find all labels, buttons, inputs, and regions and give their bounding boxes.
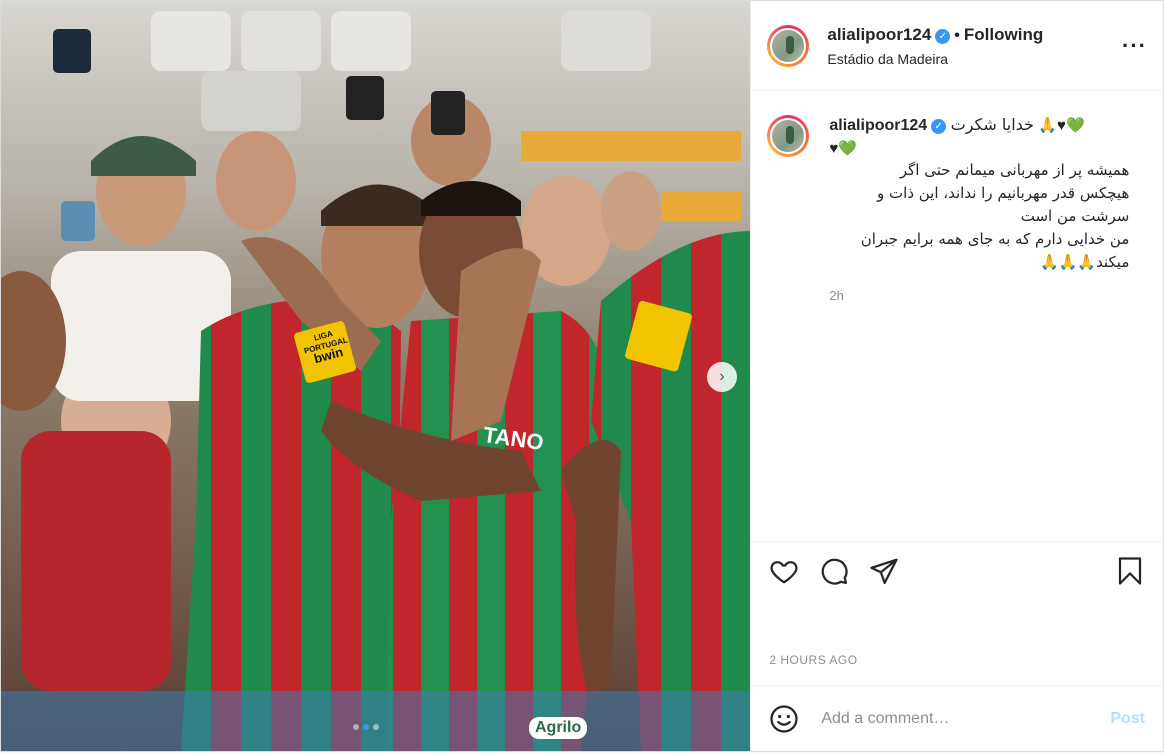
caption-emoji: 🙏♥💚 — [1038, 117, 1085, 134]
caption-body: همیشه پر از مهربانی میمانم حتی اگر هیچکس… — [829, 159, 1130, 274]
caption-line: همیشه پر از مهربانی میمانم حتی اگر — [899, 161, 1130, 179]
emoji-icon — [770, 704, 798, 733]
post-header: alialipoor124 ✓ • Following Estádio da Made… — [751, 1, 1163, 91]
heart-icon — [770, 560, 798, 583]
caption-time[interactable]: 2h — [829, 288, 1147, 303]
comment-form: Post — [751, 685, 1163, 751]
share-icon — [870, 558, 898, 584]
comment-button[interactable] — [819, 556, 849, 586]
football-celebration-photo — [1, 1, 751, 751]
bookmark-icon — [1118, 556, 1142, 585]
caption-line: سرشت من است — [1020, 207, 1130, 225]
caption-avatar[interactable] — [767, 115, 810, 157]
emoji-button[interactable] — [769, 704, 799, 734]
caption-line: من خدایی دارم که به جای همه برایم جبران — [860, 230, 1130, 248]
following-button[interactable]: Following — [964, 25, 1043, 44]
caption: alialipoor124 ✓ خدایا شکرت 🙏♥💚 ♥💚 همیشه پ… — [751, 91, 1163, 303]
more-options-icon[interactable]: ··· — [1122, 33, 1147, 59]
post-comment-button[interactable]: Post — [1110, 710, 1145, 728]
verified-badge-icon: ✓ — [931, 119, 947, 134]
comment-input[interactable] — [819, 708, 1111, 729]
like-button[interactable] — [769, 556, 799, 586]
chevron-right-icon: › — [719, 368, 725, 385]
action-bar — [751, 541, 1163, 599]
caption-line: هیچکس قدر مهربانیم را نداند، این ذات و — [877, 184, 1130, 202]
caption-line: میکند🙏🙏🙏 — [1040, 253, 1130, 271]
carousel-dot-active — [363, 724, 369, 730]
location-link[interactable]: Estádio da Madeira — [827, 51, 1122, 67]
avatar[interactable] — [767, 24, 810, 67]
comment-icon — [822, 558, 848, 585]
share-button[interactable] — [869, 556, 899, 586]
caption-username-link[interactable]: alialipoor124 — [829, 117, 927, 134]
carousel-dot — [353, 724, 359, 730]
shorts-text: Agrilo — [529, 717, 588, 739]
post-photo[interactable]: LIGA PORTUGAL bwin TANO Agrilo › — [1, 1, 751, 751]
caption-first-line: خدایا شکرت — [950, 115, 1034, 134]
separator-dot: • — [954, 26, 960, 44]
instagram-post: LIGA PORTUGAL bwin TANO Agrilo › alialip… — [0, 0, 1164, 752]
carousel-dot — [373, 724, 379, 730]
post-side-panel: alialipoor124 ✓ • Following Estádio da Made… — [750, 1, 1163, 751]
post-timestamp[interactable]: 2 HOURS AGO — [769, 653, 857, 667]
carousel-dots — [353, 724, 379, 730]
carousel-next-button[interactable]: › — [707, 362, 737, 392]
save-button[interactable] — [1115, 556, 1145, 586]
caption-emoji-line: ♥💚 — [829, 140, 857, 157]
username-link[interactable]: alialipoor124 — [827, 25, 931, 44]
verified-badge-icon: ✓ — [935, 28, 951, 44]
